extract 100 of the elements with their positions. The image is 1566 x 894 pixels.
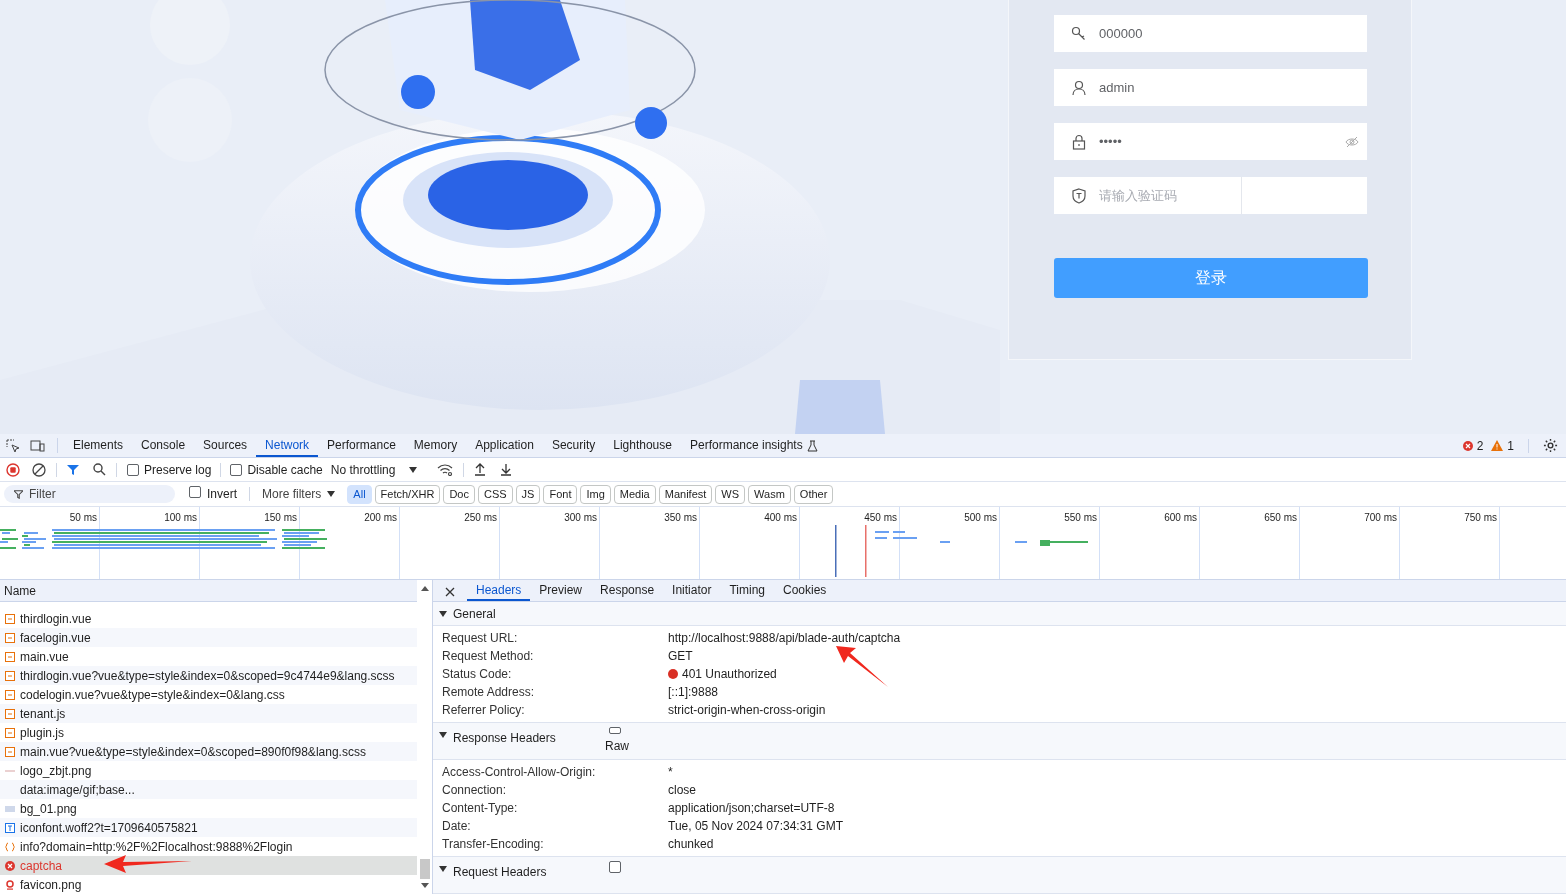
checkbox[interactable]: [609, 727, 621, 734]
script-file-icon: [5, 727, 15, 738]
request-row[interactable]: thirdlogin.vue?vue&type=style&index=0&scoped=9c4744e9&lang.scss: [0, 666, 417, 685]
type-filter-chip[interactable]: CSS: [477, 484, 513, 504]
header-value: strict-origin-when-cross-origin: [668, 702, 826, 719]
type-filter-chip[interactable]: All: [347, 484, 372, 504]
header-key: Content-Type:: [442, 799, 668, 817]
more-filters-dropdown[interactable]: More filters: [262, 485, 336, 503]
type-filter-chip[interactable]: Media: [613, 484, 656, 504]
filter-icon[interactable]: [67, 463, 79, 476]
header-value: [::1]:9888: [668, 684, 719, 701]
warning-icon: [1491, 440, 1504, 451]
checkbox[interactable]: [609, 861, 621, 873]
timeline-tick-label: 250 ms: [464, 511, 497, 522]
checkbox-label: Preserve log: [144, 461, 212, 479]
type-filter-chip[interactable]: WS: [715, 484, 746, 504]
timeline-tick-label: 200 ms: [364, 511, 397, 522]
upload-icon[interactable]: [474, 463, 487, 476]
filter-field[interactable]: Filter: [4, 485, 175, 503]
request-row[interactable]: tenant.js: [0, 704, 417, 723]
section-header[interactable]: Response Headers Raw: [433, 723, 1566, 760]
wifi-settings-icon[interactable]: [437, 463, 454, 476]
scrollbar-thumb[interactable]: [419, 859, 430, 879]
key-icon: [1071, 25, 1087, 42]
header-key: Status Code:: [442, 665, 668, 683]
details-tab[interactable]: Preview: [530, 580, 592, 601]
checkbox[interactable]: [230, 463, 243, 476]
user-icon: [1071, 79, 1087, 96]
type-filter-chip[interactable]: Wasm: [748, 484, 791, 504]
tenant-field[interactable]: 000000: [1054, 15, 1367, 52]
throttling-dropdown[interactable]: No throttling: [330, 460, 418, 479]
inspect-icon[interactable]: [6, 439, 20, 453]
username-field[interactable]: admin: [1054, 69, 1367, 106]
expand-triangle-icon[interactable]: [439, 731, 447, 739]
timeline-tick-label: 600 ms: [1164, 511, 1197, 522]
download-icon[interactable]: [500, 463, 513, 476]
panel-tab[interactable]: Console: [132, 434, 195, 457]
type-filter-chip[interactable]: Fetch/XHR: [374, 484, 441, 504]
panel-tab[interactable]: Memory: [404, 434, 467, 457]
header-value: Tue, 05 Nov 2024 07:34:31 GMT: [668, 818, 843, 835]
details-tab[interactable]: Response: [591, 580, 664, 601]
request-row[interactable]: iconfont.woff2?t=1709640575821: [0, 818, 417, 837]
settings-icon[interactable]: [1543, 438, 1558, 453]
warning-count[interactable]: 1: [1507, 436, 1514, 455]
font-file-icon: [5, 822, 15, 833]
password-field[interactable]: •••••: [1054, 123, 1367, 160]
section-header[interactable]: Request Headers: [433, 857, 1566, 894]
record-stop-icon[interactable]: [6, 462, 20, 477]
panel-tab[interactable]: Sources: [194, 434, 257, 457]
details-tab[interactable]: Timing: [720, 580, 774, 601]
panel-tab[interactable]: Performance insights: [680, 434, 812, 457]
checkbox[interactable]: [127, 463, 139, 476]
type-filter-chip[interactable]: Font: [543, 484, 578, 504]
request-row[interactable]: data:image/gif;base...: [0, 780, 417, 799]
script-file-icon: [5, 613, 15, 624]
filter-input[interactable]: Filter: [29, 485, 149, 503]
request-row[interactable]: captcha: [0, 856, 417, 875]
clear-icon[interactable]: [32, 462, 46, 477]
error-icon: [5, 860, 15, 871]
type-filter-chip[interactable]: Img: [580, 484, 611, 504]
panel-tab[interactable]: Elements: [64, 434, 133, 457]
type-filter-chip[interactable]: Other: [793, 484, 834, 504]
panel-tab[interactable]: Network: [256, 434, 319, 457]
header-key: Transfer-Encoding:: [442, 835, 668, 853]
type-filter-chip[interactable]: JS: [515, 484, 541, 504]
braces-icon: [5, 841, 15, 852]
panel-tab[interactable]: Lighthouse: [604, 434, 681, 457]
timeline-tick-label: 150 ms: [264, 511, 297, 522]
column-header[interactable]: Name: [0, 580, 417, 603]
request-row[interactable]: main.vue?vue&type=style&index=0&scoped=890f0f98&lang.scss: [0, 742, 417, 761]
pin-icon: [5, 879, 15, 890]
checkbox[interactable]: [189, 486, 201, 498]
expand-triangle-icon[interactable]: [439, 865, 447, 873]
checkbox-label: Invert: [207, 486, 237, 503]
search-icon[interactable]: [93, 463, 106, 476]
panel-tab[interactable]: Application: [466, 434, 543, 457]
header-key: Remote Address:: [442, 683, 668, 701]
details-tab[interactable]: Cookies: [774, 580, 836, 601]
header-key: Request URL:: [442, 629, 668, 647]
timeline-tick-label: 350 ms: [664, 511, 697, 522]
filter-icon: [14, 489, 23, 499]
request-row[interactable]: facelogin.vue: [0, 628, 417, 647]
close-icon[interactable]: [445, 587, 455, 597]
type-filter-chip[interactable]: Manifest: [658, 484, 713, 504]
script-file-icon: [5, 651, 15, 662]
device-toolbar-icon[interactable]: [30, 439, 45, 453]
details-tab[interactable]: Initiator: [663, 580, 721, 601]
header-value: 401 Unauthorized: [682, 666, 777, 683]
section-header[interactable]: General: [433, 602, 1566, 626]
expand-triangle-icon[interactable]: [439, 609, 447, 618]
error-count[interactable]: 2: [1476, 436, 1484, 455]
caret-icon: [409, 466, 418, 473]
scroll-up-icon[interactable]: [420, 586, 429, 591]
panel-tab[interactable]: Security: [542, 434, 605, 457]
header-value: chunked: [668, 836, 714, 853]
timeline-tick-label: 450 ms: [864, 511, 897, 522]
timeline-tick-label: 500 ms: [964, 511, 997, 522]
panel-tab[interactable]: Performance: [318, 434, 405, 457]
type-filter-chip[interactable]: Doc: [443, 484, 475, 504]
scroll-down-icon[interactable]: [420, 883, 429, 888]
